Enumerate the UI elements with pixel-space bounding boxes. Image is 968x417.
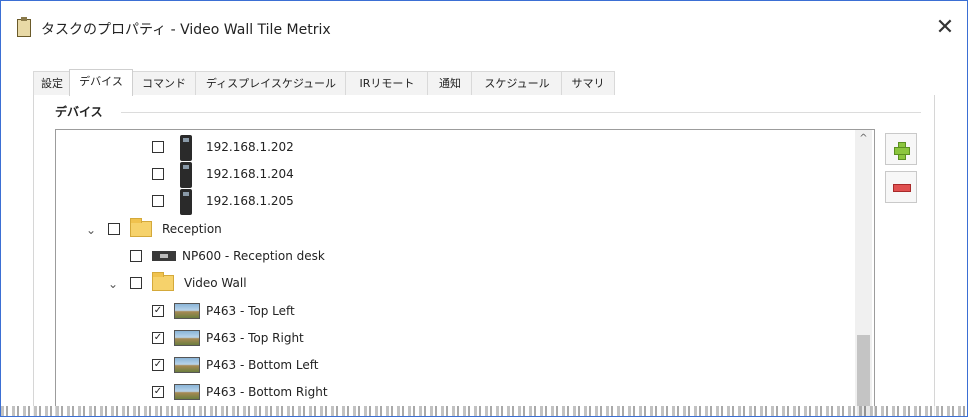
display-checkbox[interactable]: ✓ xyxy=(152,359,164,371)
devices-group-label: デバイス xyxy=(55,103,109,120)
group-checkbox[interactable] xyxy=(130,277,142,289)
display-checkbox[interactable]: ✓ xyxy=(152,305,164,317)
close-button[interactable]: ✕ xyxy=(927,11,963,45)
tree-row-label: Video Wall xyxy=(184,276,247,290)
tree-row-label: 192.168.1.202 xyxy=(206,140,294,154)
tab-devices[interactable]: デバイス xyxy=(69,69,133,96)
tree-row-label: P463 - Top Left xyxy=(206,304,295,318)
task-properties-window: タスクのプロパティ - Video Wall Tile Metrix ✕ 設定 … xyxy=(0,0,968,417)
tree-row-label: Reception xyxy=(162,222,222,236)
tree-row-label: P463 - Bottom Left xyxy=(206,358,319,372)
display-icon xyxy=(174,330,200,346)
tree-row[interactable]: ⌄ Reception xyxy=(56,218,856,244)
tree-row[interactable]: ✓ P463 - Top Left xyxy=(56,302,856,326)
chevron-down-icon[interactable]: ⌄ xyxy=(106,277,120,291)
cropped-bottom-edge xyxy=(1,406,967,416)
device-tree[interactable]: 192.168.1.202 192.168.1.204 192.168.1.20… xyxy=(55,129,875,416)
display-checkbox[interactable]: ✓ xyxy=(152,332,164,344)
receiver-icon xyxy=(152,251,176,261)
plus-icon-bar xyxy=(894,147,910,155)
tree-row-label: 192.168.1.205 xyxy=(206,194,294,208)
display-checkbox[interactable]: ✓ xyxy=(152,386,164,398)
device-checkbox[interactable] xyxy=(130,250,142,262)
remove-device-button[interactable] xyxy=(885,171,917,203)
scroll-up-arrow-icon[interactable]: ^ xyxy=(855,132,872,146)
device-icon xyxy=(180,162,192,188)
tab-ir-remote[interactable]: IRリモート xyxy=(345,71,429,95)
add-device-button[interactable] xyxy=(885,133,917,165)
display-icon xyxy=(174,384,200,400)
task-icon xyxy=(17,17,31,37)
display-icon xyxy=(174,357,200,373)
tree-row-label: P463 - Top Right xyxy=(206,331,304,345)
device-icon xyxy=(180,189,192,215)
title-bar: タスクのプロパティ - Video Wall Tile Metrix ✕ xyxy=(1,1,967,53)
chevron-down-icon[interactable]: ⌄ xyxy=(84,223,98,237)
tree-row[interactable]: ✓ P463 - Top Right xyxy=(56,329,856,353)
tree-row[interactable]: ⌄ Video Wall xyxy=(56,272,856,298)
tree-row[interactable]: 192.168.1.205 xyxy=(56,189,856,216)
tab-settings[interactable]: 設定 xyxy=(33,71,71,95)
group-divider xyxy=(121,112,921,113)
tree-row[interactable]: NP600 - Reception desk xyxy=(56,247,856,271)
folder-icon xyxy=(130,218,152,237)
tree-row[interactable]: 192.168.1.204 xyxy=(56,162,856,189)
tab-schedule[interactable]: スケジュール xyxy=(471,71,563,95)
minus-icon xyxy=(893,184,911,192)
device-checkbox[interactable] xyxy=(152,195,164,207)
tree-row-label: NP600 - Reception desk xyxy=(182,249,325,263)
tree-row-label: P463 - Bottom Right xyxy=(206,385,328,399)
tab-notifications[interactable]: 通知 xyxy=(427,71,473,95)
tree-row[interactable]: 192.168.1.202 xyxy=(56,135,856,162)
tab-summary[interactable]: サマリ xyxy=(561,71,615,95)
tree-row-label: 192.168.1.204 xyxy=(206,167,294,181)
display-icon xyxy=(174,303,200,319)
tab-bar: 設定 デバイス コマンド ディスプレイスケジュール IRリモート 通知 スケジュ… xyxy=(33,69,933,96)
device-icon xyxy=(180,135,192,161)
scroll-thumb[interactable] xyxy=(857,335,870,416)
tab-commands[interactable]: コマンド xyxy=(131,71,197,95)
vertical-scrollbar[interactable]: ^ xyxy=(855,130,872,416)
folder-icon xyxy=(152,272,174,291)
device-checkbox[interactable] xyxy=(152,141,164,153)
group-checkbox[interactable] xyxy=(108,223,120,235)
tree-row[interactable]: ✓ P463 - Bottom Left xyxy=(56,356,856,380)
window-title: タスクのプロパティ - Video Wall Tile Metrix xyxy=(41,22,331,38)
tree-row[interactable]: ✓ P463 - Bottom Right xyxy=(56,383,856,407)
tab-display-schedule[interactable]: ディスプレイスケジュール xyxy=(195,71,347,95)
device-checkbox[interactable] xyxy=(152,168,164,180)
